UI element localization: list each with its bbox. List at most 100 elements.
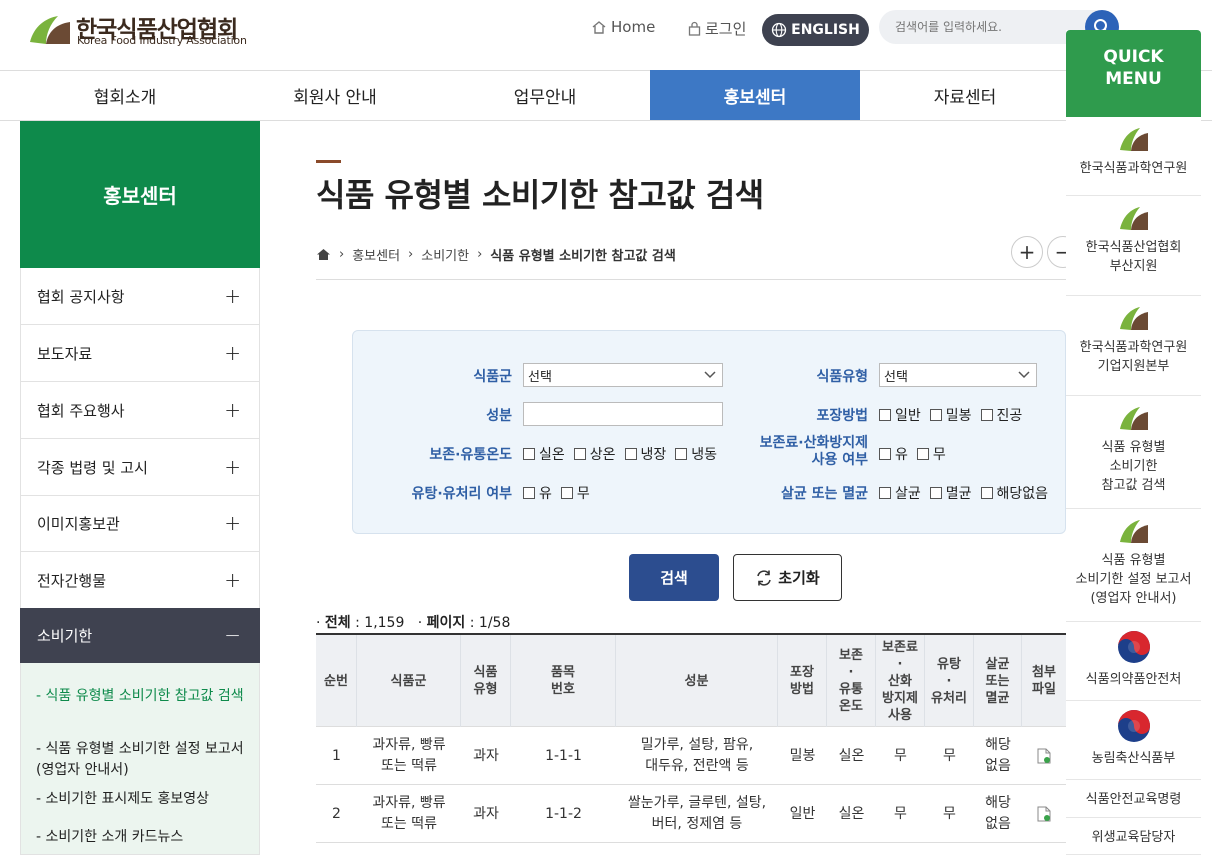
sidebar-item-laws[interactable]: 각종 법령 및 고시 + <box>20 439 260 496</box>
packaging-options: 일반 밀봉 진공 <box>879 405 1022 425</box>
breadcrumb-separator: › <box>408 247 414 262</box>
sterile-none-checkbox[interactable]: 해당없음 <box>980 483 1048 503</box>
zoom-in-button[interactable]: + <box>1011 236 1043 268</box>
temp-frozen-checkbox[interactable]: 냉동 <box>675 444 717 464</box>
packaging-normal-checkbox[interactable]: 일반 <box>879 405 921 425</box>
government-emblem-icon <box>1117 710 1150 742</box>
quick-menu-item[interactable]: 식품안전교육명령 <box>1066 780 1201 818</box>
search-filter-panel <box>352 330 1066 534</box>
quick-menu-label: 농림축산식품부 <box>1091 751 1176 766</box>
quick-menu-label: 위생교육담당자 <box>1091 830 1176 845</box>
table-cell: 무 <box>943 747 956 764</box>
attachment-file-icon[interactable] <box>1022 727 1066 785</box>
quick-menu-item[interactable]: 식품 유형별 소비기한 참고값 검색 <box>1066 396 1201 509</box>
oil-no-checkbox[interactable]: 무 <box>560 483 590 503</box>
table-cell: 과자 <box>473 747 499 764</box>
search-submit-button[interactable]: 검색 <box>629 554 719 601</box>
quick-menu-item[interactable]: 한국식품산업협회 부산지원 <box>1066 196 1201 296</box>
plus-icon: + <box>224 455 241 479</box>
breadcrumb-separator: › <box>477 247 483 262</box>
table-cell: 해당 없음 <box>985 737 1011 774</box>
breadcrumb-separator: › <box>339 247 345 262</box>
checkbox-label: 살균 <box>895 486 921 502</box>
checkbox-label: 무 <box>932 447 946 463</box>
login-link[interactable]: 로그인 <box>688 18 746 39</box>
oil-treatment-options: 유 무 <box>523 483 590 503</box>
sidebar-item-image[interactable]: 이미지홍보관 + <box>20 495 260 552</box>
quick-menu-label: 한국식품산업협회 부산지원 <box>1085 240 1182 274</box>
table-row[interactable]: 2 과자류, 빵류 또는 떡류 과자 1-1-2 쌀눈가루, 글루텐, 설탕, 버터, … <box>316 785 1066 843</box>
table-cell: 1-1-2 <box>545 805 582 822</box>
lock-icon <box>688 21 701 36</box>
checkbox-label: 상온 <box>589 447 616 463</box>
total-label: 전체 <box>324 615 351 631</box>
temp-room-checkbox[interactable]: 실온 <box>523 444 565 464</box>
preservative-yes-checkbox[interactable]: 유 <box>879 444 908 464</box>
quick-menu-item[interactable]: 식품의약품안전처 <box>1066 622 1201 701</box>
nav-about[interactable]: 협회소개 <box>20 70 230 121</box>
nav-resources[interactable]: 자료센터 <box>860 70 1070 121</box>
quick-menu-item[interactable]: 위생교육담당자 <box>1066 818 1201 855</box>
column-header: 품목 번호 <box>511 635 616 727</box>
total-value: 1,159 <box>364 615 405 631</box>
sidebar-item-press[interactable]: 보도자료 + <box>20 325 260 382</box>
nav-members[interactable]: 회원사 안내 <box>230 70 440 121</box>
quick-menu-item[interactable]: 한국식품과학연구원 <box>1066 117 1201 196</box>
submenu-item-reference-search[interactable]: - 식품 유형별 소비기한 참고값 검색 <box>36 686 246 707</box>
packaging-vacuum-checkbox[interactable]: 진공 <box>980 405 1022 425</box>
checkbox-label: 실온 <box>539 447 565 463</box>
sidebar-item-epub[interactable]: 전자간행물 + <box>20 552 260 609</box>
nav-business[interactable]: 업무안내 <box>440 70 650 121</box>
preservative-no-checkbox[interactable]: 무 <box>916 444 946 464</box>
table-row[interactable]: 1 과자류, 빵류 또는 떡류 과자 1-1-1 밀가루, 설탕, 팜유, 대두유, 전… <box>316 727 1066 785</box>
preservative-options: 유 무 <box>879 444 946 464</box>
attachment-file-icon[interactable] <box>1022 785 1066 843</box>
submenu-item-cardnews[interactable]: - 소비기한 소개 카드뉴스 <box>36 827 246 848</box>
temperature-options: 실온 상온 냉장 냉동 <box>523 444 717 464</box>
temp-ambient-checkbox[interactable]: 상온 <box>573 444 616 464</box>
submenu-item-video[interactable]: - 소비기한 표시제도 홍보영상 <box>36 789 246 810</box>
food-group-select[interactable]: 선택 <box>523 363 723 387</box>
sidebar-item-expiry[interactable]: 소비기한 − <box>20 608 260 663</box>
ingredient-input[interactable] <box>523 402 723 426</box>
title-accent <box>316 160 341 163</box>
quick-menu-item[interactable]: 식품 유형별 소비기한 설정 보고서 (영업자 안내서) <box>1066 509 1201 622</box>
plus-icon: + <box>224 568 241 592</box>
submenu-item-report[interactable]: - 식품 유형별 소비기한 설정 보고서 (영업자 안내서) <box>36 739 246 781</box>
quick-menu-label: 식품 유형별 소비기한 참고값 검색 <box>1101 440 1166 493</box>
quick-menu-item[interactable]: 농림축산식품부 <box>1066 701 1201 780</box>
table-cell: 2 <box>332 805 341 822</box>
oil-yes-checkbox[interactable]: 유 <box>523 483 552 503</box>
sidebar-item-notice[interactable]: 협회 공지사항 + <box>20 268 260 325</box>
quick-menu-label: 한국식품과학연구원 <box>1079 161 1188 176</box>
english-button[interactable]: ENGLISH <box>762 14 869 46</box>
leaf-logo-icon <box>1119 520 1148 543</box>
checkbox-label: 유 <box>539 486 552 502</box>
table-cell: 실온 <box>838 805 865 822</box>
packaging-sealed-checkbox[interactable]: 밀봉 <box>929 405 972 425</box>
table-cell: 과자 <box>473 805 499 822</box>
leaf-logo-icon <box>1119 407 1148 430</box>
home-link[interactable]: Home <box>591 18 655 36</box>
sterile-pasteurize-checkbox[interactable]: 살균 <box>879 483 921 503</box>
login-label: 로그인 <box>705 20 747 38</box>
sidebar-item-events[interactable]: 협회 주요행사 + <box>20 382 260 439</box>
sterile-sterilize-checkbox[interactable]: 멸균 <box>929 483 972 503</box>
nav-pr-center[interactable]: 홍보센터 <box>650 70 860 121</box>
site-logo[interactable]: 한국식품산업협회 Korea Food Industry Association <box>28 12 258 52</box>
reset-button[interactable]: 초기화 <box>733 554 842 601</box>
quick-menu-item[interactable]: 한국식품과학연구원 기업지원본부 <box>1066 296 1201 396</box>
food-type-select[interactable]: 선택 <box>879 363 1037 387</box>
home-icon[interactable] <box>316 248 331 261</box>
temp-chilled-checkbox[interactable]: 냉장 <box>624 444 666 464</box>
table-cell: 실온 <box>838 747 865 764</box>
search-input[interactable] <box>895 17 1085 37</box>
breadcrumb-item[interactable]: 홍보센터 <box>352 245 400 264</box>
reset-label: 초기화 <box>778 569 820 587</box>
plus-icon: + <box>1018 240 1036 264</box>
quick-menu-label: 식품안전교육명령 <box>1085 792 1182 807</box>
main-nav: 협회소개 회원사 안내 업무안내 홍보센터 자료센터 <box>20 70 1070 121</box>
oil-treatment-label: 유탕·유처리 여부 <box>411 486 512 502</box>
breadcrumb-item[interactable]: 소비기한 <box>421 245 469 264</box>
minus-icon: − <box>224 623 241 647</box>
